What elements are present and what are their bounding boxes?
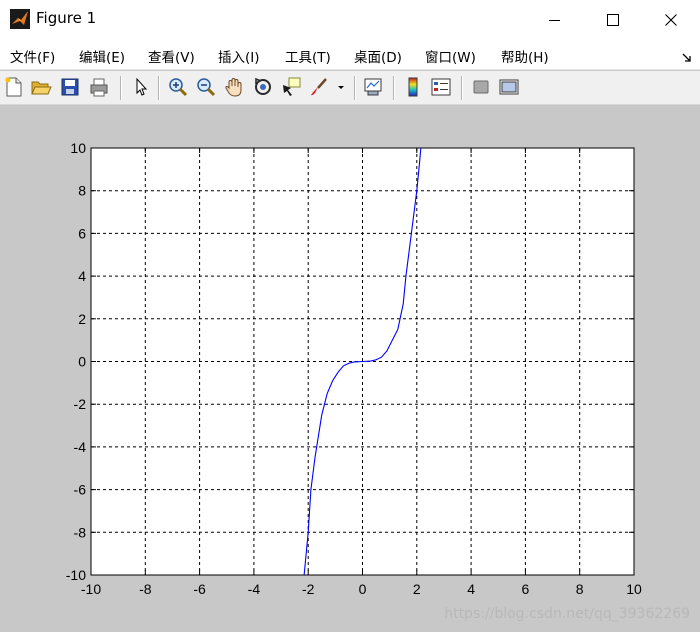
x-tick-label: -6 (193, 581, 206, 597)
figure-toolbar (0, 71, 700, 105)
hide-plot-tools-icon[interactable] (470, 76, 492, 98)
menu-desktop[interactable]: 桌面(D) (354, 46, 402, 66)
brush-icon[interactable] (308, 76, 330, 98)
dock-arrow-icon[interactable] (682, 48, 692, 67)
toolbar-separator (354, 76, 355, 100)
y-tick-label: -4 (74, 439, 87, 455)
x-tick-label: 10 (626, 581, 642, 597)
open-file-icon[interactable] (30, 76, 52, 98)
zoom-out-icon[interactable] (195, 76, 217, 98)
x-tick-label: 0 (359, 581, 367, 597)
save-icon[interactable] (59, 76, 81, 98)
show-plot-tools-icon[interactable] (498, 76, 520, 98)
menu-edit[interactable]: 编辑(E) (79, 46, 125, 66)
x-tick-label: -10 (81, 581, 101, 597)
y-tick-label: 4 (78, 268, 86, 284)
x-tick-label: 8 (576, 581, 584, 597)
rotate-3d-icon[interactable] (252, 76, 274, 98)
toolbar-separator (158, 76, 159, 100)
edit-plot-arrow-icon[interactable] (130, 76, 152, 98)
maximize-button[interactable] (584, 0, 642, 40)
legend-icon[interactable] (430, 76, 452, 98)
y-tick-label: -2 (74, 396, 87, 412)
x-tick-label: -2 (302, 581, 315, 597)
toolbar-separator (120, 76, 121, 100)
window-title: Figure 1 (36, 9, 97, 27)
x-tick-label: -8 (139, 581, 152, 597)
y-tick-label: 6 (78, 225, 86, 241)
maximize-icon (607, 14, 619, 26)
y-tick-label: 8 (78, 183, 86, 199)
menu-bar: 文件(F) 编辑(E) 查看(V) 插入(I) 工具(T) 桌面(D) 窗口(W… (0, 40, 700, 70)
menu-file[interactable]: 文件(F) (10, 46, 55, 66)
menu-tools[interactable]: 工具(T) (285, 46, 331, 66)
menu-insert[interactable]: 插入(I) (218, 46, 260, 66)
pan-hand-icon[interactable] (223, 76, 245, 98)
y-tick-label: 2 (78, 311, 86, 327)
brush-dropdown-icon[interactable] (335, 76, 347, 98)
y-tick-label: 10 (70, 140, 86, 156)
x-tick-label: 2 (413, 581, 421, 597)
link-plot-icon[interactable] (362, 76, 384, 98)
line-chart[interactable]: -10 -8 -6 -4 -2 0 2 4 6 8 10 -10 -8 -6 -4 -2 0 2 4 6 8 10 (0, 106, 700, 632)
print-icon[interactable] (88, 76, 110, 98)
menu-window[interactable]: 窗口(W) (425, 46, 476, 66)
toolbar-separator (393, 76, 394, 100)
close-button[interactable] (642, 0, 700, 40)
colorbar-icon[interactable] (402, 76, 424, 98)
zoom-in-icon[interactable] (167, 76, 189, 98)
y-tick-label: -8 (74, 524, 87, 540)
figure-window: Figure 1 文件(F) 编辑(E) 查看(V) 插入(I) 工具(T) 桌… (0, 0, 700, 632)
matlab-logo-icon (10, 9, 30, 29)
close-icon (665, 14, 677, 26)
y-tick-label: 0 (78, 354, 86, 370)
minimize-button[interactable] (526, 0, 584, 40)
menu-help[interactable]: 帮助(H) (501, 46, 549, 66)
y-tick-label: -10 (66, 567, 86, 583)
title-bar[interactable]: Figure 1 (0, 0, 700, 40)
data-cursor-icon[interactable] (280, 76, 302, 98)
menu-view[interactable]: 查看(V) (148, 46, 195, 66)
plot-canvas[interactable]: -10 -8 -6 -4 -2 0 2 4 6 8 10 -10 -8 -6 -4 -2 0 2 4 6 8 10 htt… (0, 106, 700, 632)
minimize-icon (549, 14, 561, 26)
x-tick-label: 6 (522, 581, 530, 597)
x-tick-label: -4 (248, 581, 261, 597)
new-figure-icon[interactable] (3, 76, 25, 98)
watermark: https://blog.csdn.net/qq_39362269 (444, 606, 690, 622)
toolbar-separator (461, 76, 462, 100)
y-tick-label: -6 (74, 482, 87, 498)
x-tick-label: 4 (467, 581, 475, 597)
